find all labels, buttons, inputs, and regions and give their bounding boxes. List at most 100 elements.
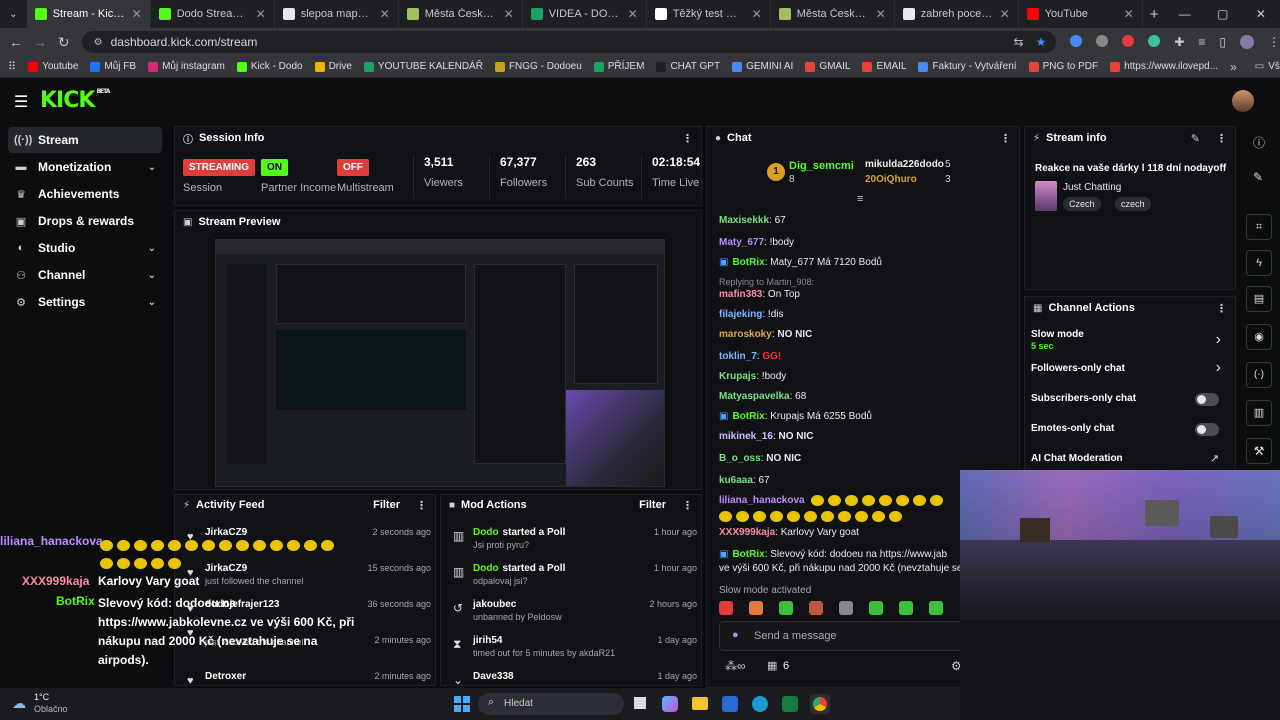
chat-username[interactable]: mikinek_16 [719, 431, 773, 442]
edge-icon[interactable] [752, 696, 768, 712]
browser-tab[interactable]: zabreh pocet obyvat ✕ [895, 0, 1019, 28]
chrome-icon[interactable] [810, 694, 830, 714]
stream-preview-video[interactable] [215, 239, 665, 487]
bookmark-item[interactable]: YOUTUBE KALENDÁŘ [363, 61, 483, 72]
tab-close-icon[interactable]: ✕ [380, 7, 390, 21]
emote-icon[interactable] [779, 601, 793, 615]
browser-tab[interactable]: Stream - Kick Dashb ✕ [26, 0, 151, 28]
clip-icon[interactable]: ⌗ [1246, 214, 1272, 240]
mod-actor[interactable]: Dodo [473, 527, 499, 538]
tab-close-icon[interactable]: ✕ [504, 7, 514, 21]
more-bookmarks-icon[interactable]: » [1230, 60, 1237, 74]
tab-list-button[interactable]: ⌄ [0, 9, 27, 20]
weather-icon[interactable]: ☁ [12, 695, 26, 712]
category-thumbnail[interactable] [1035, 181, 1057, 211]
activity-menu-icon[interactable]: ⋮ [416, 499, 427, 512]
sidebar-item-monetization[interactable]: ▬ Monetization ⌄ [8, 154, 162, 180]
task-view-icon[interactable] [634, 697, 646, 709]
bolt-action-icon[interactable]: ϟ [1246, 250, 1272, 276]
bookmark-item[interactable]: PNG to PDF [1028, 61, 1098, 72]
emote-icon[interactable] [839, 601, 853, 615]
browser-menu-icon[interactable]: ⋮ [1268, 35, 1280, 49]
tab-close-icon[interactable]: ✕ [1000, 7, 1010, 21]
sidebar-item-achievements[interactable]: ♛ Achievements [8, 181, 162, 207]
mail-app-icon[interactable] [722, 696, 738, 712]
chat-username[interactable]: Krupajs [719, 371, 756, 382]
mod-action-row[interactable]: ↺ jakoubec unbanned by Peldosw 2 hours ago [451, 599, 697, 622]
edit-pencil-icon[interactable]: ✎ [1191, 132, 1200, 145]
site-info-icon[interactable]: ⚙ [94, 37, 103, 48]
chat-username[interactable]: BotRix [732, 411, 764, 422]
stream-tag[interactable]: czech [1115, 197, 1151, 211]
tab-close-icon[interactable]: ✕ [132, 7, 142, 21]
emote-icon[interactable] [809, 601, 823, 615]
taskbar-search[interactable]: ⌕ Hledat [478, 693, 624, 715]
extension-icon[interactable] [1096, 35, 1109, 47]
mod-action-row[interactable]: ⌄ Dave338 1 day ago [451, 671, 697, 685]
channel-action-subscribers-only-chat[interactable]: Subscribers-only chat [1031, 393, 1229, 419]
chat-bubble-action-icon[interactable]: ◉ [1246, 324, 1272, 350]
maximize-button[interactable]: ▢ [1204, 7, 1242, 21]
browser-tab[interactable]: slepoa mapa mest ce ✕ [275, 0, 399, 28]
browser-tab[interactable]: VIDEA - DODO - Tab ✕ [523, 0, 647, 28]
new-tab-button[interactable]: + [1143, 6, 1166, 23]
tab-close-icon[interactable]: ✕ [1124, 7, 1134, 21]
kick-logo[interactable]: KICK BETA [40, 88, 110, 113]
browser-tab[interactable]: Města Česka (lehké) ✕ [399, 0, 523, 28]
mod-actor[interactable]: jakoubec [473, 599, 516, 610]
bookmark-item[interactable]: https://www.ilovepd... [1110, 61, 1218, 72]
mod-filter-button[interactable]: Filter [639, 499, 666, 511]
bookmark-item[interactable]: Faktury - Vytváření [918, 61, 1017, 72]
puzzle-icon[interactable]: ✚ [1174, 35, 1184, 49]
chevron-right-icon[interactable]: › [1216, 359, 1221, 377]
emote-icon[interactable] [929, 601, 943, 615]
info-icon[interactable]: ⓘ [1253, 134, 1265, 151]
chevron-right-icon[interactable]: › [1216, 331, 1221, 349]
tab-close-icon[interactable]: ✕ [876, 7, 886, 21]
bookmark-item[interactable]: Můj instagram [148, 61, 225, 72]
profile-avatar-icon[interactable] [1240, 35, 1255, 49]
tab-close-icon[interactable]: ✕ [752, 7, 762, 21]
url-input[interactable]: ⚙ dashboard.kick.com/stream ⇆ ★ [81, 31, 1057, 53]
user-avatar[interactable] [1232, 90, 1254, 112]
sidebar-item-channel[interactable]: ⚇ Channel ⌄ [8, 262, 162, 288]
extension-icon[interactable] [1148, 35, 1161, 47]
bookmark-item[interactable]: Drive [314, 61, 352, 72]
sidebar-item-drops-rewards[interactable]: ▣ Drops & rewards [8, 208, 162, 234]
chat-username[interactable]: BotRix [732, 549, 764, 560]
bookmark-item[interactable]: Můj FB [90, 61, 136, 72]
tab-close-icon[interactable]: ✕ [256, 7, 266, 21]
all-bookmarks-folder[interactable]: ▭Všechny záložky [1255, 61, 1280, 72]
channel-actions-menu-icon[interactable]: ⋮ [1216, 302, 1227, 315]
external-link-icon[interactable]: ↗ [1210, 452, 1219, 465]
bookmark-item[interactable]: Youtube [28, 61, 78, 72]
channel-action-slow-mode[interactable]: Slow mode 5 sec › [1031, 329, 1229, 355]
chat-username[interactable]: filajeking [719, 309, 762, 320]
channel-action-emotes-only-chat[interactable]: Emotes-only chat [1031, 423, 1229, 449]
channel-action-followers-only-chat[interactable]: Followers-only chat › [1031, 359, 1229, 389]
excel-icon[interactable] [782, 696, 798, 712]
chat-username[interactable]: ku6aaa [719, 475, 753, 486]
top-gifter-3-name[interactable]: 20OiQhuro [865, 174, 917, 185]
mod-actor[interactable]: Dodo [473, 563, 499, 574]
toggle-switch[interactable] [1195, 423, 1219, 436]
hamburger-menu-icon[interactable]: ☰ [14, 92, 28, 112]
top-gifter-2-name[interactable]: mikulda226dodo [865, 159, 944, 170]
apps-icon[interactable]: ⠿ [8, 60, 16, 73]
emote-icon[interactable] [899, 601, 913, 615]
extension-icon[interactable] [1122, 35, 1135, 47]
browser-tab[interactable]: Města Česka (těžké) ✕ [771, 0, 895, 28]
expand-gifters-icon[interactable]: ≡ [857, 193, 863, 205]
viewer-store-icon[interactable]: ▦ [767, 659, 777, 672]
bookmark-item[interactable]: PŘÍJEM [593, 61, 644, 72]
tab-close-icon[interactable]: ✕ [628, 7, 638, 21]
browser-tab[interactable]: YouTube ✕ [1019, 0, 1143, 28]
chat-username[interactable]: maroskoky [719, 329, 772, 340]
close-window-button[interactable]: ✕ [1242, 7, 1280, 21]
stream-category[interactable]: Just Chatting [1063, 182, 1121, 193]
extension-icon[interactable] [1070, 35, 1083, 47]
copilot-icon[interactable] [662, 696, 678, 712]
chat-username[interactable]: Matyaspavelka [719, 391, 790, 402]
edit-icon[interactable]: ✎ [1253, 170, 1263, 184]
chat-username[interactable]: Maxisekkk [719, 215, 769, 226]
